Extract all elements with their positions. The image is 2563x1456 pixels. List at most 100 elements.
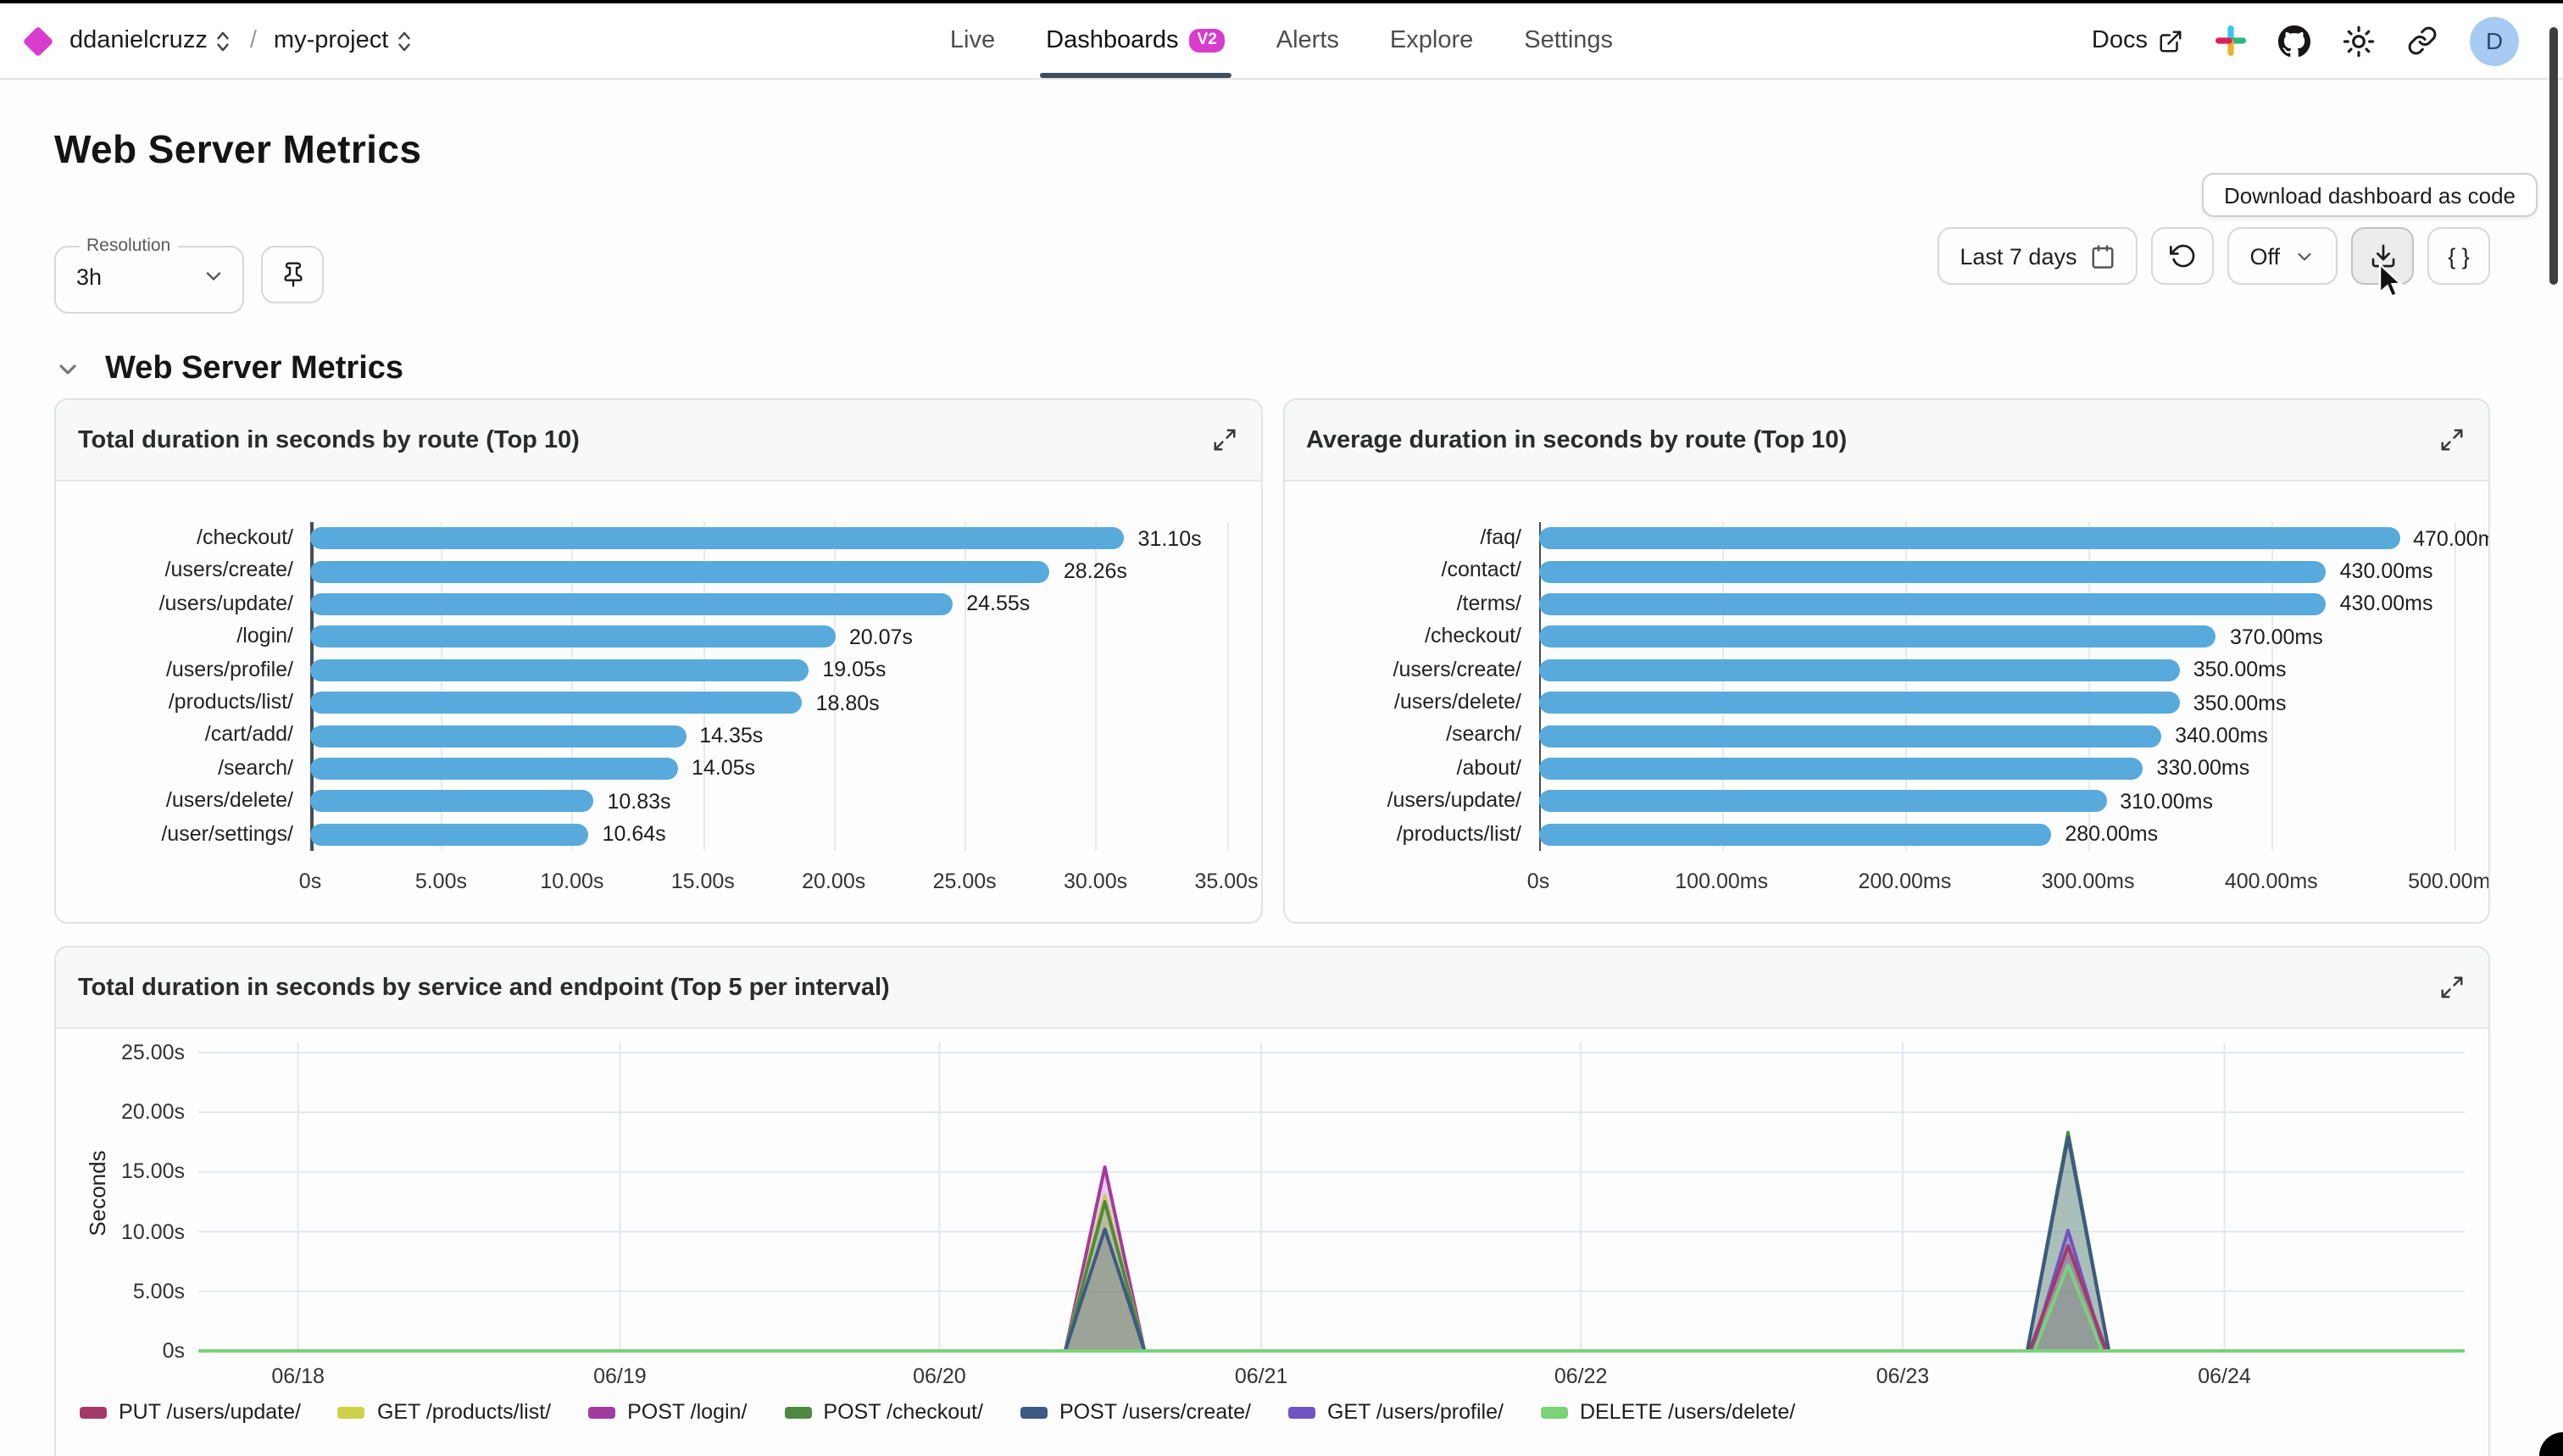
bar[interactable] <box>1538 725 2161 747</box>
bar[interactable] <box>1538 626 2216 648</box>
bar-value-label: 19.05s <box>822 659 886 682</box>
bar-value-label: 430.00ms <box>2340 592 2433 616</box>
x-tick-label: 06/18 <box>271 1364 325 1388</box>
collapse-chevron-icon <box>54 356 81 383</box>
bar-value-label: 330.00ms <box>2156 757 2249 781</box>
legend-label: GET /users/profile/ <box>1327 1400 1504 1424</box>
expand-panel-icon[interactable] <box>2436 424 2468 456</box>
y-tick-label: 15.00s <box>121 1160 185 1184</box>
github-button[interactable] <box>2278 25 2310 57</box>
bar[interactable] <box>1538 593 2327 615</box>
bar[interactable] <box>310 626 836 648</box>
unfold-icon <box>395 30 414 52</box>
bar-value-label: 24.55s <box>966 592 1030 616</box>
tab-alerts[interactable]: Alerts <box>1276 3 1339 78</box>
bar-value-label: 310.00ms <box>2120 790 2213 814</box>
bar[interactable] <box>310 725 686 747</box>
y-axis-title: Seconds <box>69 1036 100 1397</box>
bar[interactable] <box>1538 527 2399 549</box>
x-tick-label: 20.00s <box>802 870 865 893</box>
tab-explore[interactable]: Explore <box>1390 3 1473 78</box>
download-dashboard-button[interactable] <box>2351 227 2414 285</box>
bar-category-label: /login/ <box>76 620 293 653</box>
bar-value-label: 350.00ms <box>2193 691 2287 714</box>
bar[interactable] <box>1538 791 2106 813</box>
page-scrollbar[interactable] <box>2549 27 2558 285</box>
tab-label: Live <box>950 27 995 54</box>
org-selector[interactable]: ddanielcruzz <box>69 27 233 54</box>
tab-live[interactable]: Live <box>950 3 995 78</box>
docs-link[interactable]: Docs <box>2092 27 2183 54</box>
bar[interactable] <box>310 791 593 813</box>
x-tick-label: 100.00ms <box>1675 870 1768 893</box>
refresh-icon <box>2169 242 2196 270</box>
theme-toggle-button[interactable] <box>2343 25 2375 57</box>
refresh-button[interactable] <box>2151 227 2214 285</box>
bar-row: 350.00ms <box>1538 686 2455 720</box>
tab-label: Settings <box>1524 27 1613 54</box>
section-header[interactable]: Web Server Metrics <box>54 344 2490 395</box>
bar[interactable] <box>1538 560 2327 582</box>
time-range-button[interactable]: Last 7 days <box>1938 227 2138 285</box>
area-plot-svg[interactable] <box>198 1036 2465 1353</box>
legend-item-post-checkout[interactable]: POST /checkout/ <box>784 1400 983 1424</box>
project-selector[interactable]: my-project <box>274 27 414 54</box>
y-axis-ticks: 0s5.00s10.00s15.00s20.00s25.00s <box>100 1036 198 1397</box>
bar-value-label: 14.35s <box>699 724 763 747</box>
panel-duration-by-service-endpoint: Total duration in seconds by service and… <box>54 946 2490 1456</box>
user-avatar[interactable]: D <box>2470 16 2519 65</box>
x-tick-label: 06/21 <box>1235 1364 1288 1388</box>
avatar-initial: D <box>2486 27 2503 54</box>
panel-header: Total duration in seconds by service and… <box>56 948 2488 1029</box>
bar-category-label: /cart/add/ <box>76 720 293 753</box>
tab-dashboards[interactable]: DashboardsV2 <box>1046 3 1226 78</box>
bar[interactable] <box>1538 823 2051 845</box>
top-nav: ddanielcruzz / my-project Live Dashboards… <box>0 3 2563 80</box>
y-tick-label: 5.00s <box>133 1280 185 1303</box>
bar-row: 430.00ms <box>1538 588 2455 621</box>
bar-value-label: 10.64s <box>603 822 666 846</box>
bar[interactable] <box>1538 758 2143 780</box>
bar-value-label: 10.83s <box>607 790 670 814</box>
bar[interactable] <box>310 593 953 615</box>
resolution-select[interactable]: Resolution 3h <box>54 236 244 314</box>
legend-item-get-users-profile[interactable]: GET /users/profile/ <box>1288 1400 1504 1424</box>
legend-item-put-users-update[interactable]: PUT /users/update/ <box>80 1400 301 1424</box>
bar[interactable] <box>310 659 809 681</box>
bar-rows: 31.10s28.26s24.55s20.07s19.05s18.80s14.3… <box>310 522 1226 851</box>
breadcrumb-separator: / <box>250 27 257 54</box>
x-axis-ticks: 06/1806/1906/2006/2106/2206/2306/24 <box>198 1353 2465 1397</box>
legend-item-post-users-create[interactable]: POST /users/create/ <box>1020 1400 1251 1424</box>
bar[interactable] <box>310 758 678 780</box>
x-tick-label: 06/22 <box>1554 1364 1608 1388</box>
bar-value-label: 370.00ms <box>2230 625 2323 649</box>
pin-resolution-button[interactable] <box>261 246 324 303</box>
bar[interactable] <box>310 527 1125 549</box>
bar[interactable] <box>1538 659 2180 681</box>
bar[interactable] <box>310 692 803 714</box>
legend-swatch <box>1020 1406 1048 1418</box>
x-tick-label: 06/19 <box>593 1364 647 1388</box>
bar-value-label: 470.00ms <box>2413 526 2490 550</box>
legend-item-delete-users-delete[interactable]: DELETE /users/delete/ <box>1541 1400 1795 1424</box>
legend-swatch <box>1288 1406 1315 1418</box>
bar[interactable] <box>310 560 1050 582</box>
download-icon <box>2369 242 2396 270</box>
x-tick-label: 06/24 <box>2198 1364 2251 1388</box>
bar-category-label: /search/ <box>76 752 293 785</box>
controls-right: Last 7 days Off { } <box>1938 227 2490 285</box>
legend-item-post-login[interactable]: POST /login/ <box>588 1400 747 1424</box>
expand-panel-icon[interactable] <box>2436 971 2468 1003</box>
auto-refresh-select[interactable]: Off <box>2227 227 2338 285</box>
unfold-icon <box>214 30 233 52</box>
slack-button[interactable] <box>2216 25 2246 56</box>
bar[interactable] <box>310 823 589 845</box>
legend-item-get-products-list[interactable]: GET /products/list/ <box>338 1400 551 1424</box>
bar[interactable] <box>1538 692 2180 714</box>
bar-category-label: /about/ <box>1304 752 1521 785</box>
share-link-button[interactable] <box>2407 25 2438 56</box>
x-tick-label: 25.00s <box>933 870 997 893</box>
expand-panel-icon[interactable] <box>1208 424 1240 456</box>
dashboard-code-button[interactable]: { } <box>2427 227 2490 285</box>
tab-settings[interactable]: Settings <box>1524 3 1613 78</box>
